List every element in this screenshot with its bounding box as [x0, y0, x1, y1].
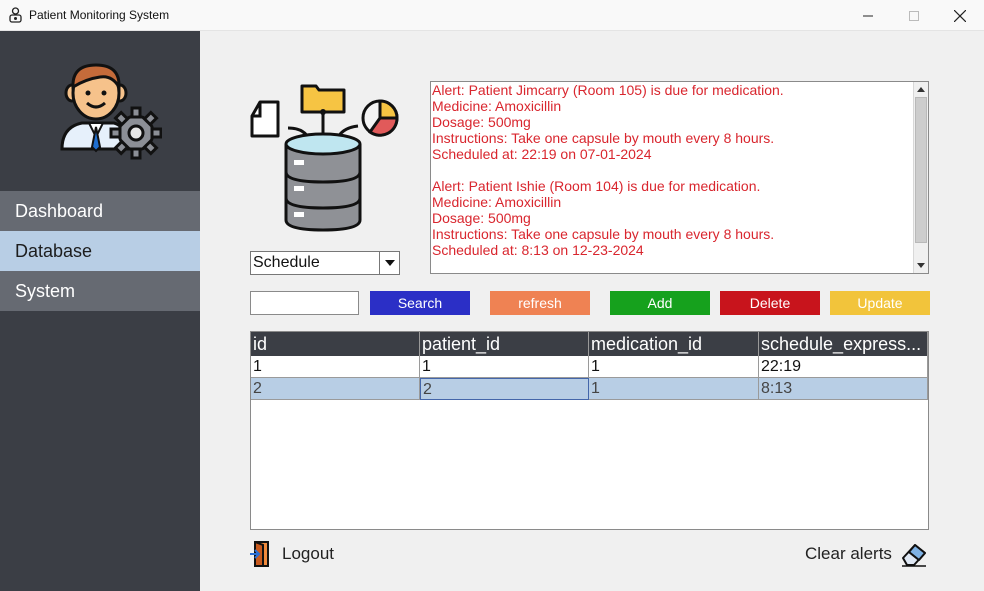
scroll-down-icon[interactable]	[914, 258, 928, 273]
table-cell[interactable]: 8:13	[759, 378, 928, 400]
table-row-selected[interactable]: 2 2 1 8:13	[251, 378, 928, 400]
logout-door-icon	[250, 541, 269, 567]
close-icon	[954, 9, 966, 22]
scroll-thumb[interactable]	[915, 97, 927, 243]
maximize-icon	[909, 10, 919, 21]
column-header-medication-id[interactable]: medication_id	[589, 332, 759, 356]
table-header: id patient_id medication_id schedule_exp…	[251, 332, 928, 356]
refresh-button[interactable]: refresh	[490, 291, 590, 315]
app-icon	[9, 7, 22, 23]
table-select[interactable]: Schedule	[250, 251, 400, 275]
close-button[interactable]	[937, 0, 983, 31]
add-button[interactable]: Add	[610, 291, 710, 315]
table-cell[interactable]: 2	[251, 378, 420, 400]
table-cell[interactable]: 1	[251, 356, 420, 378]
eraser-icon	[901, 544, 926, 567]
chevron-down-icon[interactable]	[379, 252, 399, 274]
alerts-text: Alert: Patient Jimcarry (Room 105) is du…	[432, 82, 784, 258]
table-row[interactable]: 1 1 1 22:19	[251, 356, 928, 378]
delete-button[interactable]: Delete	[720, 291, 820, 315]
scroll-up-icon[interactable]	[914, 82, 928, 97]
sidebar-item-database[interactable]: Database	[0, 231, 200, 271]
window-title: Patient Monitoring System	[29, 8, 170, 22]
database-illustration-icon	[250, 84, 399, 232]
maximize-button[interactable]	[891, 0, 937, 31]
title-bar: Patient Monitoring System	[0, 0, 984, 31]
column-header-schedule-expression[interactable]: schedule_express...	[759, 332, 928, 356]
search-input[interactable]	[250, 291, 359, 315]
sidebar-item-system[interactable]: System	[0, 271, 200, 311]
alerts-textbox[interactable]: Alert: Patient Jimcarry (Room 105) is du…	[430, 81, 929, 274]
table-cell-focused[interactable]: 2	[420, 378, 589, 400]
table-cell[interactable]: 1	[589, 356, 759, 378]
update-button[interactable]: Update	[830, 291, 930, 315]
table-select-value: Schedule	[253, 254, 320, 271]
table-cell[interactable]: 1	[589, 378, 759, 400]
search-button[interactable]: Search	[370, 291, 470, 315]
minimize-button[interactable]	[845, 0, 891, 31]
schedule-table[interactable]: id patient_id medication_id schedule_exp…	[250, 331, 929, 530]
admin-avatar-icon	[60, 63, 162, 160]
minimize-icon	[863, 15, 873, 16]
logout-label: Logout	[282, 544, 334, 563]
sidebar: Dashboard Database System	[0, 31, 200, 591]
table-cell[interactable]: 1	[420, 356, 589, 378]
column-header-patient-id[interactable]: patient_id	[420, 332, 589, 356]
clear-alerts-label: Clear alerts	[805, 544, 892, 563]
logout-button[interactable]: Logout	[249, 540, 334, 568]
app-window: Patient Monitoring System Dashboard Data…	[0, 0, 984, 591]
table-cell[interactable]: 22:19	[759, 356, 928, 378]
alerts-scrollbar[interactable]	[913, 82, 928, 273]
sidebar-item-dashboard[interactable]: Dashboard	[0, 191, 200, 231]
clear-alerts-button[interactable]: Clear alerts	[805, 540, 928, 568]
column-header-id[interactable]: id	[251, 332, 420, 356]
